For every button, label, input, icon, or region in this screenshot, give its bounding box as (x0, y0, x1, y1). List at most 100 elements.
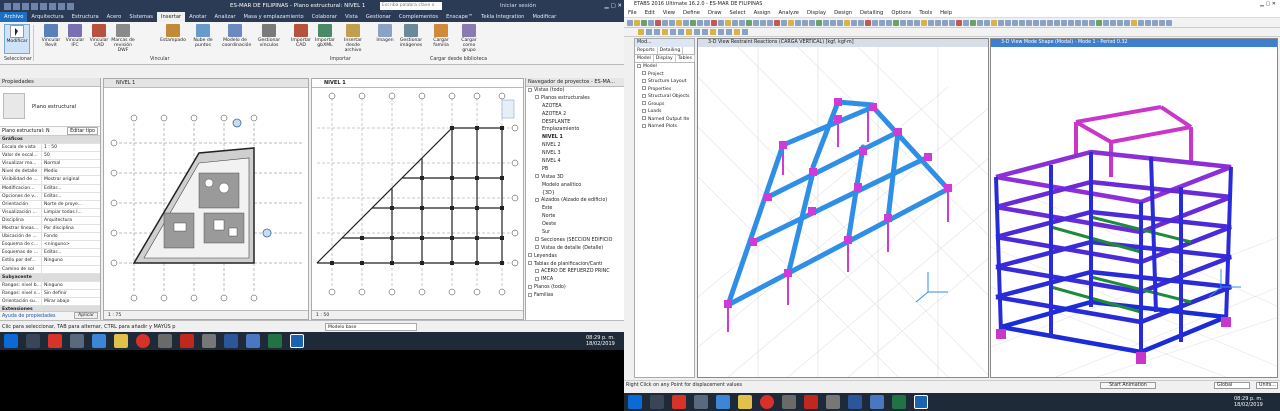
browser-item[interactable]: Vistas (todo) (526, 87, 624, 95)
browser-item[interactable]: Modelo analítico (526, 182, 624, 190)
explorer-item[interactable]: Named Plots (635, 123, 694, 131)
property-row[interactable]: Visibilidad de ... Mostrar original (0, 176, 100, 185)
toolbar-icon[interactable] (739, 19, 745, 26)
explorer-item[interactable]: Model (635, 63, 694, 71)
sign-in-link[interactable]: Iniciar sesión (500, 3, 536, 9)
toolbar-icon[interactable] (907, 19, 913, 26)
toolbar-icon[interactable] (662, 19, 668, 26)
word-icon-2[interactable] (848, 395, 862, 409)
app-icon-r1[interactable] (672, 395, 686, 409)
property-row[interactable]: Rangos: nivel s... Sin definir (0, 289, 100, 298)
toolbar2-icon[interactable] (694, 29, 700, 35)
etabs-window-controls[interactable]: ▁ ▢ ✕ (1260, 0, 1276, 9)
toolbar-icon[interactable] (914, 19, 920, 26)
autocad-icon-2[interactable] (804, 395, 818, 409)
explorer-tab-top[interactable]: Reports (635, 47, 658, 54)
ribbon-tab-0[interactable]: Archivo (0, 12, 28, 22)
property-row[interactable]: Esquema de c... <ninguno> (0, 241, 100, 250)
browser-item[interactable]: Este (526, 205, 624, 213)
toolbar-icon[interactable] (1033, 19, 1039, 26)
ribbon-button-10[interactable]: Insertar desde archivo (340, 24, 366, 54)
toolbar-icon[interactable] (977, 19, 983, 26)
menu-item-file[interactable]: File (624, 9, 641, 17)
toolbar-icon[interactable] (1089, 19, 1095, 26)
toolbar2-icon[interactable] (686, 29, 692, 35)
property-row[interactable]: Escala de vista 1 : 50 (0, 144, 100, 153)
explorer-item[interactable]: Loads (635, 108, 694, 116)
toolbar2-icon[interactable] (726, 29, 732, 35)
toolbar-icon[interactable] (795, 19, 801, 26)
menu-item-options[interactable]: Options (887, 9, 915, 17)
browser-item[interactable]: Tablas de planificación/Canti (526, 261, 624, 269)
ribbon-button-6[interactable]: Modelo de coordinación (222, 24, 251, 54)
property-row[interactable]: Disciplina Arquitectura (0, 216, 100, 226)
windows-start-icon-2[interactable] (628, 395, 642, 409)
ribbon-tab-1[interactable]: Arquitectura (27, 12, 67, 22)
explorer-item[interactable]: Structural Objects (635, 93, 694, 101)
toolbar-icon[interactable] (1012, 19, 1018, 26)
property-value[interactable]: Editar... (42, 249, 100, 256)
explorer-tab[interactable]: Display (654, 55, 676, 62)
toolbar-icon[interactable] (781, 19, 787, 26)
property-value[interactable]: Ninguno (42, 282, 100, 289)
property-value[interactable]: Editar... (42, 185, 100, 192)
property-value[interactable]: Norte de proye... (42, 201, 100, 208)
browser-item[interactable]: Norte (526, 213, 624, 221)
units-button[interactable]: Units... (1256, 382, 1278, 389)
toolbar-icon[interactable] (1152, 19, 1158, 26)
property-value[interactable]: Arquitectura (42, 217, 100, 224)
toolbar-icon[interactable] (851, 19, 857, 26)
toolbar-icon[interactable] (970, 19, 976, 26)
etabs-toolbar-2[interactable] (624, 28, 1280, 37)
toolbar-icon[interactable] (648, 19, 654, 26)
menu-item-display[interactable]: Display (803, 9, 830, 17)
toolbar-icon[interactable] (1103, 19, 1109, 26)
menu-item-edit[interactable]: Edit (641, 9, 659, 17)
property-row[interactable]: Estilo por def... Ninguno (0, 257, 100, 266)
toolbar-icon[interactable] (1138, 19, 1144, 26)
browser-item[interactable]: NIVEL 1 (526, 134, 624, 142)
toolbar2-icon[interactable] (718, 29, 724, 35)
type-selector[interactable]: Plano estructural (0, 87, 100, 127)
menu-item-view[interactable]: View (659, 9, 679, 17)
toolbar2-icon[interactable] (646, 29, 652, 35)
toolbar-icon[interactable] (627, 19, 633, 26)
word-icon[interactable] (224, 334, 238, 348)
toolbar-icon[interactable] (1117, 19, 1123, 26)
property-value[interactable]: Editar... (42, 193, 100, 200)
toolbar-icon[interactable] (774, 19, 780, 26)
toolbar2-icon[interactable] (662, 29, 668, 35)
taskbar-clock-left[interactable]: 08:29 p. m. 18/02/2019 (586, 335, 615, 347)
property-value[interactable]: <ninguno> (42, 241, 100, 248)
ribbon-button-8[interactable]: Importar CAD (288, 24, 314, 54)
toolbar-icon[interactable] (1096, 19, 1102, 26)
window-controls[interactable]: ▁ ▢ ✕ (604, 3, 622, 9)
property-row[interactable]: Valor de escal... 50 (0, 152, 100, 161)
toolbar-icon[interactable] (655, 19, 661, 26)
toolbar-icon[interactable] (886, 19, 892, 26)
property-row[interactable]: Modificacion... Editar... (0, 184, 100, 193)
menu-item-select[interactable]: Select (726, 9, 750, 17)
app-icon-6[interactable] (246, 334, 260, 348)
etabs-3d-view-reactions[interactable]: 3-D View Restraint Reactions (CARGA VERT… (697, 38, 989, 378)
toolbar-icon[interactable] (984, 19, 990, 26)
excel-icon-2[interactable] (892, 395, 906, 409)
instance-filter[interactable]: Plano estructural: N Editar tipo (0, 127, 100, 136)
property-row[interactable]: Orientación su... Mirar abajo (0, 297, 100, 306)
opera-icon[interactable] (136, 334, 150, 348)
search-input[interactable]: Escriba palabra clave o frase (380, 2, 442, 16)
browser-item[interactable]: DESPLANTE (526, 119, 624, 127)
view-control-bar-2[interactable]: 1 : 50 (312, 310, 523, 319)
toolbar-icon[interactable] (872, 19, 878, 26)
toolbar-icon[interactable] (697, 19, 703, 26)
ribbon-tab-10[interactable]: Vista (341, 12, 362, 22)
toolbar-icon[interactable] (767, 19, 773, 26)
explorer-item[interactable]: Groups (635, 101, 694, 109)
quick-access-toolbar[interactable] (4, 2, 74, 10)
toolbar2-icon[interactable] (710, 29, 716, 35)
menu-item-design[interactable]: Design (830, 9, 856, 17)
toolbar2-icon[interactable] (734, 29, 740, 35)
browser-item[interactable]: Secciones (SECCIÓN EDIFICIO (526, 237, 624, 245)
property-row[interactable]: Visualizar mo... Normal (0, 160, 100, 169)
start-animation-button[interactable]: Start Animation (1100, 382, 1156, 389)
